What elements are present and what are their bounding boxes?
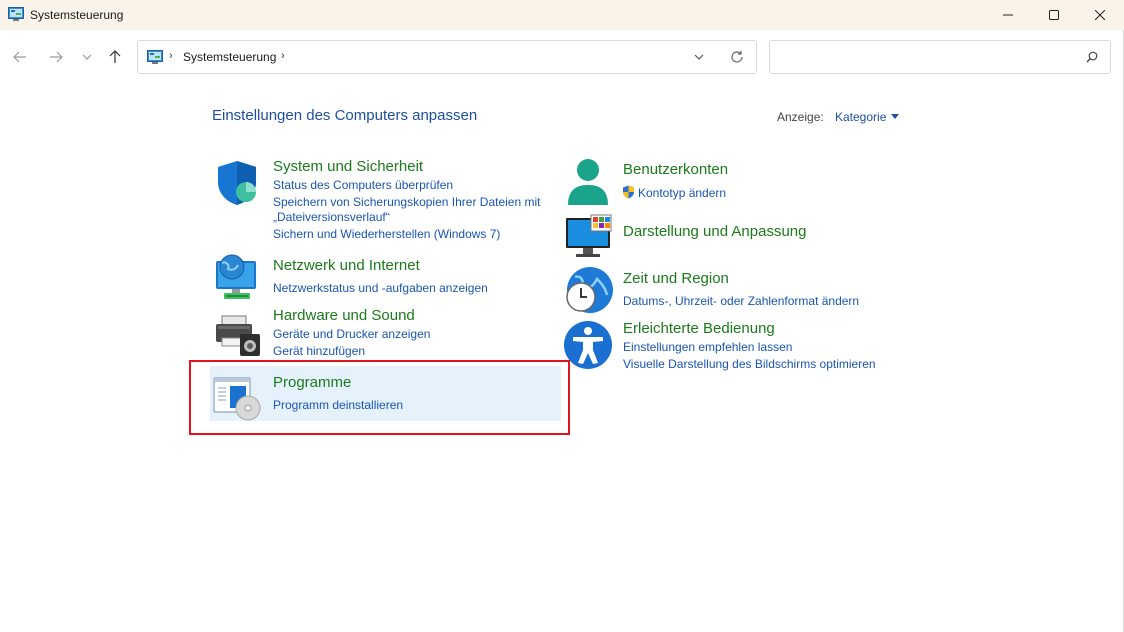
category-network-internet[interactable]: Netzwerk und Internet xyxy=(273,257,420,274)
address-bar[interactable]: › Systemsteuerung › xyxy=(137,40,757,74)
category-appearance[interactable]: Darstellung und Anpassung xyxy=(623,223,806,240)
user-accounts-icon[interactable] xyxy=(563,157,613,207)
highlight-annotation-box xyxy=(189,360,570,435)
forward-button[interactable] xyxy=(46,47,66,67)
view-label: Anzeige: xyxy=(777,110,824,124)
maximize-icon xyxy=(1049,10,1059,20)
search-input[interactable] xyxy=(778,47,1068,67)
minimize-icon xyxy=(1003,14,1013,16)
page-heading: Einstellungen des Computers anpassen xyxy=(212,107,478,124)
breadcrumb-systemsteuerung[interactable]: Systemsteuerung xyxy=(183,50,276,64)
link-change-account-type[interactable]: Kontotyp ändern xyxy=(622,185,726,200)
shield-icon[interactable] xyxy=(212,158,262,208)
close-button[interactable] xyxy=(1077,0,1123,30)
link-devices-printers[interactable]: Geräte und Drucker anzeigen xyxy=(273,327,430,341)
category-user-accounts[interactable]: Benutzerkonten xyxy=(623,161,728,178)
navigation-bar: › Systemsteuerung › xyxy=(0,30,1124,86)
back-button[interactable] xyxy=(10,47,30,67)
link-change-account-type-label[interactable]: Kontotyp ändern xyxy=(638,186,726,200)
link-check-status[interactable]: Status des Computers überprüfen xyxy=(273,178,453,192)
category-clock-region[interactable]: Zeit und Region xyxy=(623,270,729,287)
chevron-down-icon xyxy=(82,54,92,60)
link-file-history-cont[interactable]: „Dateiversionsverlauf“ xyxy=(273,210,390,224)
search-icon[interactable] xyxy=(1086,51,1098,63)
chevron-down-icon[interactable] xyxy=(694,51,704,63)
clock-globe-icon[interactable] xyxy=(563,265,613,315)
category-ease-of-access[interactable]: Erleichterte Bedienung xyxy=(623,320,775,337)
breadcrumb-separator[interactable]: › xyxy=(281,50,285,62)
control-panel-icon xyxy=(147,50,163,64)
search-box[interactable] xyxy=(769,40,1111,74)
caret-down-icon xyxy=(891,114,900,119)
breadcrumb-separator[interactable]: › xyxy=(169,50,173,62)
category-system-security[interactable]: System und Sicherheit xyxy=(273,158,423,175)
network-globe-icon[interactable] xyxy=(212,253,262,303)
appearance-monitor-icon[interactable] xyxy=(563,212,613,262)
up-button[interactable] xyxy=(105,47,125,67)
view-select[interactable]: Kategorie xyxy=(835,110,900,124)
category-hardware-sound[interactable]: Hardware und Sound xyxy=(273,307,415,324)
control-panel-window: Systemsteuerung › Systemsteuerung › Eins… xyxy=(0,0,1124,632)
link-backup-restore[interactable]: Sichern und Wiederherstellen (Windows 7) xyxy=(273,227,500,241)
accessibility-icon[interactable] xyxy=(563,320,613,370)
link-network-status[interactable]: Netzwerkstatus und -aufgaben anzeigen xyxy=(273,281,488,295)
link-add-device[interactable]: Gerät hinzufügen xyxy=(273,344,365,358)
view-select-value[interactable]: Kategorie xyxy=(835,110,886,124)
link-file-history[interactable]: Speichern von Sicherungskopien Ihrer Dat… xyxy=(273,195,540,209)
refresh-icon[interactable] xyxy=(730,50,744,64)
title-bar: Systemsteuerung xyxy=(0,0,1124,30)
link-date-time-format[interactable]: Datums-, Uhrzeit- oder Zahlenformat ände… xyxy=(623,294,859,308)
control-panel-icon xyxy=(8,7,24,21)
minimize-button[interactable] xyxy=(985,0,1031,30)
link-optimize-display[interactable]: Visuelle Darstellung des Bildschirms opt… xyxy=(623,357,876,371)
window-title: Systemsteuerung xyxy=(30,8,124,22)
close-icon xyxy=(1095,10,1105,20)
maximize-button[interactable] xyxy=(1031,0,1077,30)
arrow-left-icon xyxy=(13,51,26,63)
link-recommend-settings[interactable]: Einstellungen empfehlen lassen xyxy=(623,340,792,354)
arrow-up-icon xyxy=(109,50,121,63)
recent-locations-button[interactable] xyxy=(77,47,97,67)
printer-speaker-icon[interactable] xyxy=(212,308,262,358)
arrow-right-icon xyxy=(50,51,63,63)
uac-shield-icon xyxy=(623,185,634,199)
